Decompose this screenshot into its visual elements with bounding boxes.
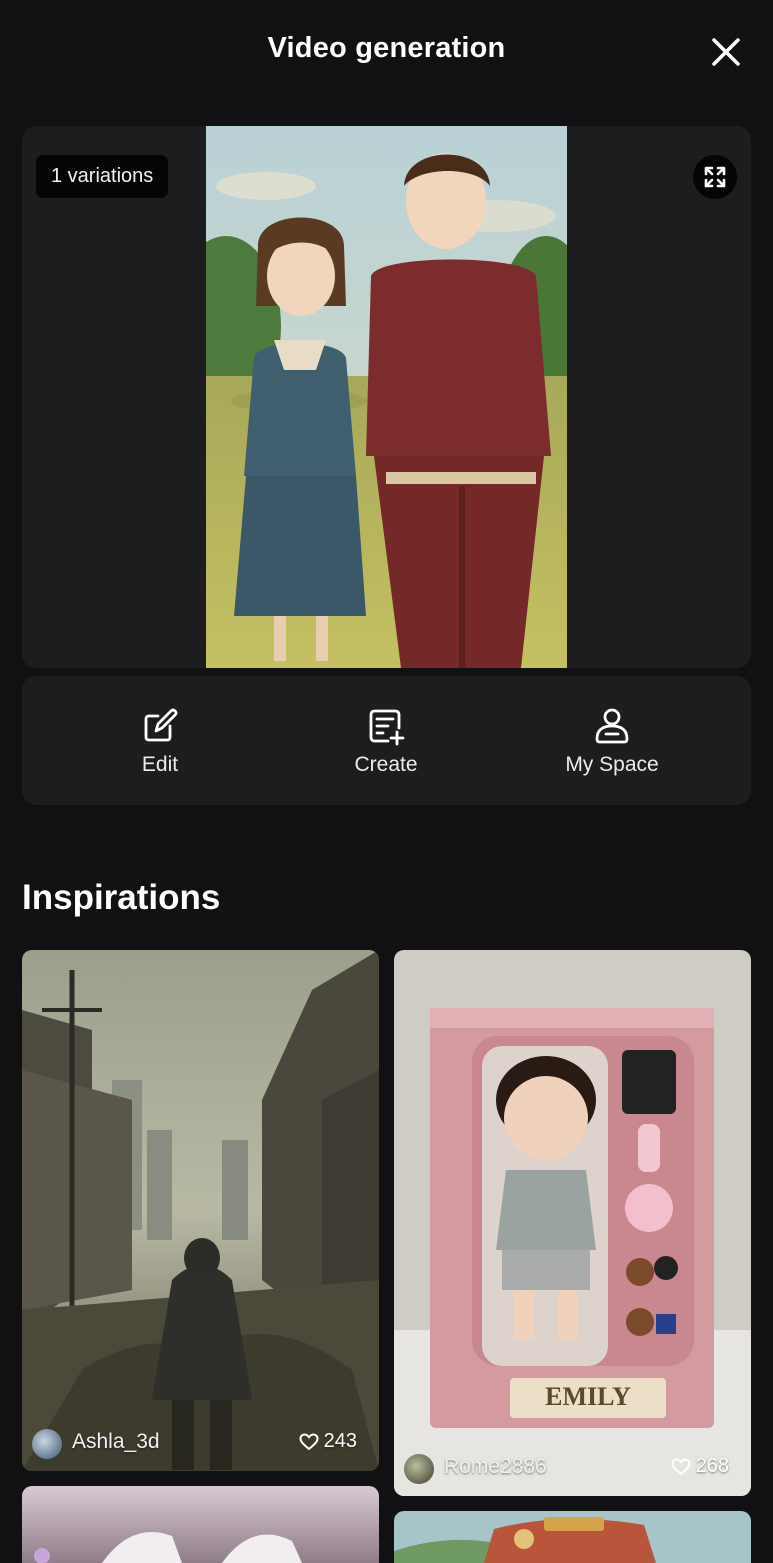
preview-image <box>206 126 567 668</box>
card-image <box>394 1511 751 1563</box>
my-space-label: My Space <box>565 753 659 776</box>
action-bar: Edit Create My Space <box>22 676 751 805</box>
card-image <box>22 950 379 1471</box>
like-count-value: 243 <box>323 1430 357 1452</box>
create-icon <box>369 709 405 746</box>
heart-icon <box>299 1432 319 1450</box>
card-meta: Ashla_3d 243 <box>22 1415 379 1471</box>
card-image <box>22 1486 379 1563</box>
inspiration-card[interactable]: Ashla_3d 243 <box>22 950 379 1471</box>
edit-label: Edit <box>141 753 179 776</box>
avatar <box>404 1454 434 1484</box>
inspirations-title: Inspirations <box>22 878 221 917</box>
video-preview[interactable]: 1 variations <box>22 126 751 668</box>
close-button[interactable] <box>706 32 746 72</box>
like-count[interactable]: 268 <box>671 1455 729 1478</box>
edit-button[interactable]: Edit <box>60 676 260 805</box>
card-meta: Rome2886 268 <box>394 1440 751 1496</box>
inspiration-card[interactable]: EMILY Rome2886 268 <box>394 950 751 1496</box>
card-image: EMILY <box>394 950 751 1496</box>
variations-badge: 1 variations <box>36 155 169 198</box>
my-space-icon <box>595 708 629 744</box>
edit-icon <box>144 708 178 742</box>
expand-button[interactable] <box>693 155 737 199</box>
expand-icon <box>704 166 726 188</box>
inspiration-card[interactable] <box>22 1486 379 1563</box>
page-title: Video generation <box>267 32 506 64</box>
inspiration-card[interactable] <box>394 1511 751 1563</box>
card-author: Rome2886 <box>444 1455 547 1478</box>
header: Video generation <box>0 0 773 100</box>
heart-icon <box>671 1457 691 1475</box>
avatar <box>32 1429 62 1459</box>
svg-text:EMILY: EMILY <box>545 1382 631 1411</box>
card-author: Ashla_3d <box>72 1430 160 1453</box>
create-button[interactable]: Create <box>286 676 486 805</box>
create-label: Create <box>354 753 418 776</box>
like-count-value: 268 <box>695 1455 729 1477</box>
my-space-button[interactable]: My Space <box>512 676 712 805</box>
like-count[interactable]: 243 <box>299 1430 357 1453</box>
close-icon <box>712 38 740 66</box>
